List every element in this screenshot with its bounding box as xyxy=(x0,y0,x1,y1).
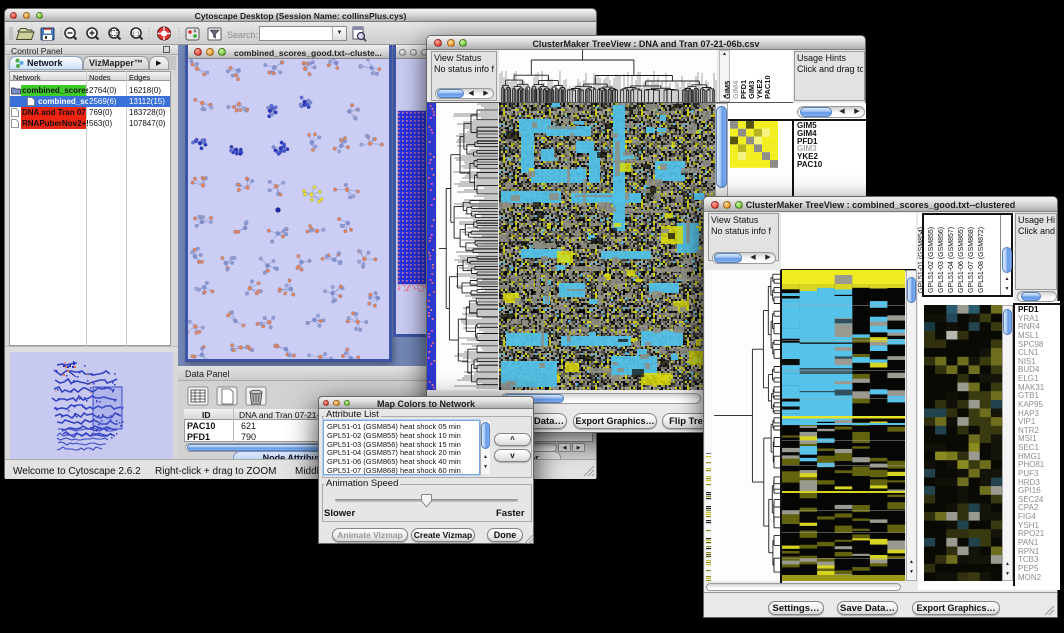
svg-text:1:1: 1:1 xyxy=(132,32,140,38)
